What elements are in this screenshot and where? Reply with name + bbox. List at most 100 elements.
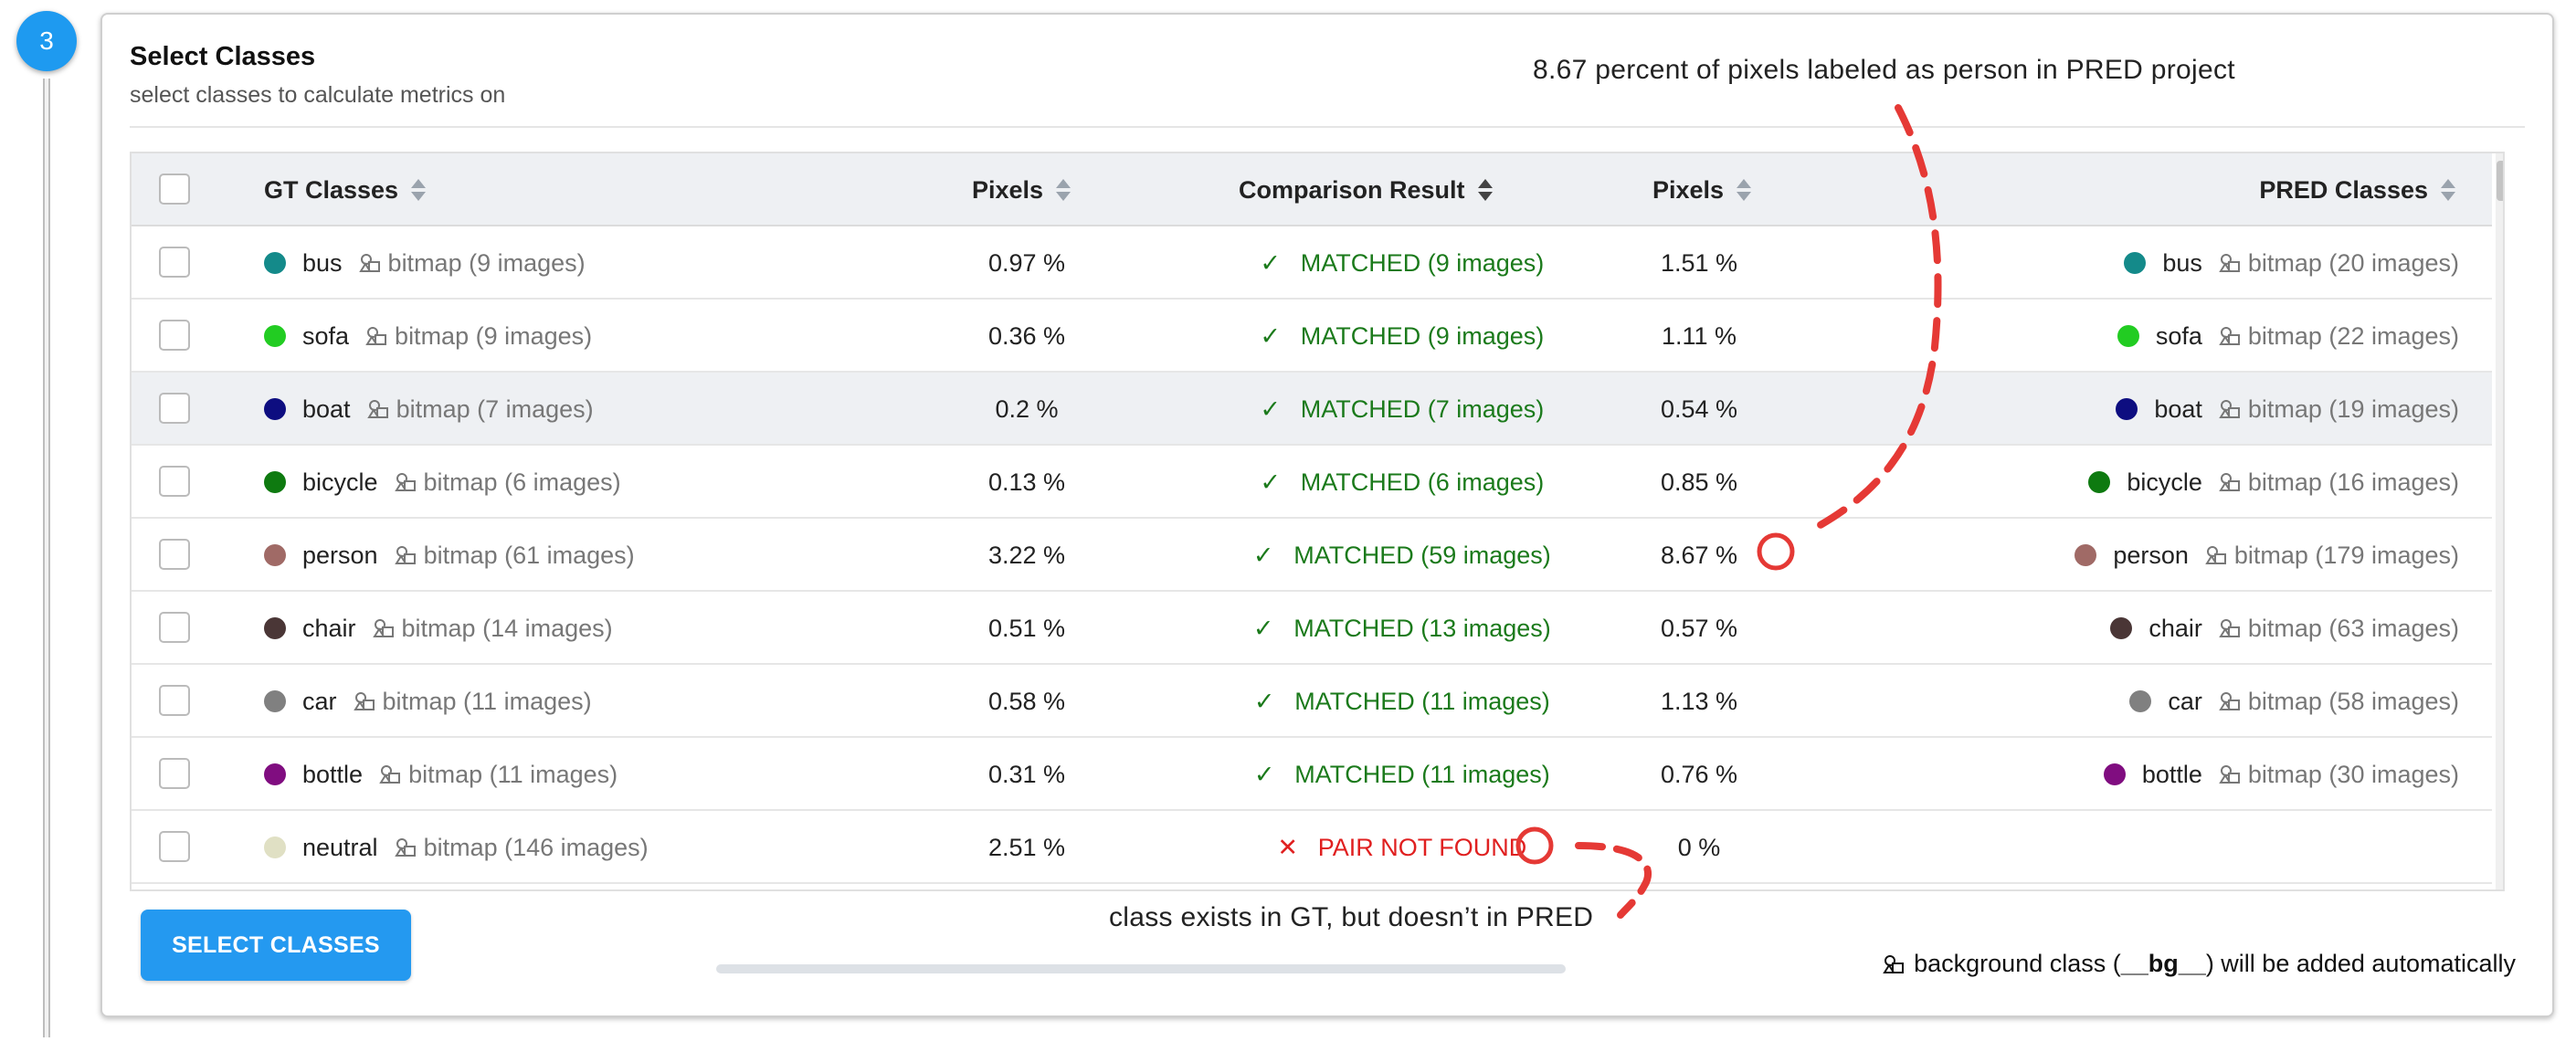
row-checkbox[interactable]	[159, 831, 190, 862]
pred-class-bitmap: bitmap (16 images)	[2219, 468, 2459, 497]
header-pred-classes-label: PRED Classes	[2259, 175, 2428, 204]
row-checkbox[interactable]	[159, 539, 190, 570]
gt-bitmap-label: bitmap (6 images)	[423, 468, 621, 496]
bitmap-shapes-icon	[2205, 546, 2226, 564]
bitmap-shapes-icon	[353, 692, 375, 710]
comparison-result-label: MATCHED (13 images)	[1293, 614, 1551, 642]
gt-class-bitmap: bitmap (146 images)	[394, 833, 649, 862]
gt-pixels-cell: 0.97 %	[987, 248, 1066, 277]
comparison-result-cell: ✓ MATCHED (9 images)	[1209, 226, 1593, 300]
header-pred-pixels-label: Pixels	[1652, 175, 1725, 204]
row-checkbox[interactable]	[159, 758, 190, 789]
header-gt-pixels[interactable]: Pixels	[972, 153, 1072, 226]
pred-bitmap-label: bitmap (19 images)	[2247, 394, 2459, 423]
table-row[interactable]: bottle bitmap (11 images) 0.31 % ✓ MATCH…	[132, 738, 2492, 811]
class-color-dot	[2129, 690, 2152, 712]
gt-pixels-cell: 0.13 %	[987, 468, 1066, 496]
select-classes-button[interactable]: SELECT CLASSES	[141, 910, 411, 981]
pred-class-cell: person bitmap (179 images)	[2075, 519, 2459, 592]
header-gt-pixels-label: Pixels	[972, 175, 1044, 204]
table-row[interactable]: chair bitmap (14 images) 0.51 % ✓ MATCHE…	[132, 592, 2492, 665]
gt-bitmap-label: bitmap (9 images)	[387, 248, 586, 277]
sort-arrows-icon[interactable]	[1737, 179, 1752, 201]
class-color-dot	[264, 471, 286, 493]
row-checkbox[interactable]	[159, 247, 190, 278]
check-icon: ✓	[1260, 248, 1282, 277]
table-row[interactable]: bicycle bitmap (6 images) 0.13 % ✓ MATCH…	[132, 446, 2492, 519]
bitmap-shapes-icon	[379, 765, 401, 784]
pred-bitmap-label: bitmap (30 images)	[2247, 760, 2459, 788]
comparison-result-cell: ✓ MATCHED (11 images)	[1209, 738, 1593, 811]
horizontal-scrollbar[interactable]	[716, 964, 1566, 973]
row-checkbox[interactable]	[159, 320, 190, 351]
table-row[interactable]: bus bitmap (9 images) 0.97 % ✓ MATCHED (…	[132, 226, 2492, 300]
pred-pixels-cell: 0.76 %	[1660, 760, 1738, 788]
gt-class-name: neutral	[302, 833, 378, 861]
pred-class-bitmap: bitmap (22 images)	[2219, 322, 2459, 351]
pred-class-cell: chair bitmap (63 images)	[2110, 592, 2459, 665]
vertical-scrollbar-track[interactable]	[2496, 153, 2503, 889]
comparison-result-cell: ✓ MATCHED (11 images)	[1209, 665, 1593, 738]
select-all-checkbox[interactable]	[159, 174, 190, 205]
class-color-dot	[2075, 544, 2097, 566]
gt-class-name: bottle	[302, 760, 364, 788]
cross-icon: ✕	[1277, 833, 1299, 861]
gt-class-cell: car bitmap (11 images)	[264, 665, 592, 738]
gt-class-name: bus	[302, 248, 343, 277]
row-checkbox[interactable]	[159, 612, 190, 643]
sort-arrows-icon[interactable]	[1056, 179, 1072, 201]
gt-bitmap-label: bitmap (146 images)	[423, 833, 649, 861]
pred-bitmap-label: bitmap (58 images)	[2247, 687, 2459, 715]
pred-class-name: boat	[2154, 394, 2202, 423]
bg-note-class: __bg__	[2120, 950, 2206, 977]
vertical-scrollbar-thumb[interactable]	[2497, 161, 2503, 201]
table-row[interactable]: boat bitmap (7 images) 0.2 % ✓ MATCHED (…	[132, 373, 2492, 446]
pred-bitmap-label: bitmap (22 images)	[2247, 321, 2459, 350]
table-row[interactable]: sofa bitmap (9 images) 0.36 % ✓ MATCHED …	[132, 300, 2492, 373]
table-row[interactable]: car bitmap (11 images) 0.58 % ✓ MATCHED …	[132, 665, 2492, 738]
check-icon: ✓	[1253, 760, 1275, 788]
header-gt-classes[interactable]: GT Classes	[264, 153, 427, 226]
bitmap-shapes-icon	[394, 838, 416, 857]
comparison-result-label: MATCHED (7 images)	[1300, 394, 1545, 423]
step-connector-line	[43, 79, 50, 1037]
pred-class-name: sofa	[2155, 321, 2202, 350]
pred-class-name: bus	[2162, 248, 2202, 277]
class-color-dot	[2124, 252, 2147, 274]
classes-table: GT Classes Pixels Comparison Result Pixe…	[130, 152, 2505, 891]
gt-pixels-cell: 0.36 %	[987, 321, 1066, 350]
pred-class-bitmap: bitmap (30 images)	[2219, 761, 2459, 789]
gt-bitmap-label: bitmap (9 images)	[395, 321, 593, 350]
bitmap-shapes-icon	[2219, 692, 2240, 710]
comparison-result-cell: ✓ MATCHED (13 images)	[1209, 592, 1593, 665]
header-pred-classes[interactable]: PRED Classes	[2259, 153, 2455, 226]
gt-pixels-cell: 0.51 %	[987, 614, 1066, 642]
table-row[interactable]: person bitmap (61 images) 3.22 % ✓ MATCH…	[132, 519, 2492, 592]
gt-class-name: bicycle	[302, 468, 378, 496]
pred-pixels-cell: 1.51 %	[1660, 248, 1738, 277]
gt-class-bitmap: bitmap (11 images)	[379, 761, 618, 789]
gt-class-name: person	[302, 541, 378, 569]
pred-class-name: bicycle	[2127, 468, 2202, 496]
check-icon: ✓	[1260, 394, 1282, 423]
sort-arrows-icon[interactable]	[1477, 179, 1493, 201]
pred-pixels-cell: 8.67 %	[1660, 541, 1738, 569]
pred-class-bitmap: bitmap (20 images)	[2219, 249, 2459, 278]
pred-pixels-cell: 0.54 %	[1660, 394, 1738, 423]
comparison-result-cell: ✓ MATCHED (7 images)	[1209, 373, 1593, 446]
background-class-note: background class ( __bg__ ) will be adde…	[1883, 950, 2516, 978]
pred-class-name: car	[2168, 687, 2202, 715]
class-color-dot	[2103, 763, 2126, 785]
header-comparison-result[interactable]: Comparison Result	[1239, 153, 1493, 226]
row-checkbox[interactable]	[159, 685, 190, 716]
row-checkbox[interactable]	[159, 466, 190, 497]
row-checkbox[interactable]	[159, 393, 190, 424]
sort-arrows-icon[interactable]	[2441, 179, 2455, 201]
gt-class-cell: chair bitmap (14 images)	[264, 592, 613, 665]
table-row[interactable]: neutral bitmap (146 images) 2.51 % ✕ PAI…	[132, 811, 2492, 884]
pred-class-name: chair	[2148, 614, 2202, 642]
gt-pixels-cell: 0.58 %	[987, 687, 1066, 715]
gt-bitmap-label: bitmap (7 images)	[396, 394, 594, 423]
header-pred-pixels[interactable]: Pixels	[1652, 153, 1752, 226]
sort-arrows-icon[interactable]	[411, 179, 427, 201]
